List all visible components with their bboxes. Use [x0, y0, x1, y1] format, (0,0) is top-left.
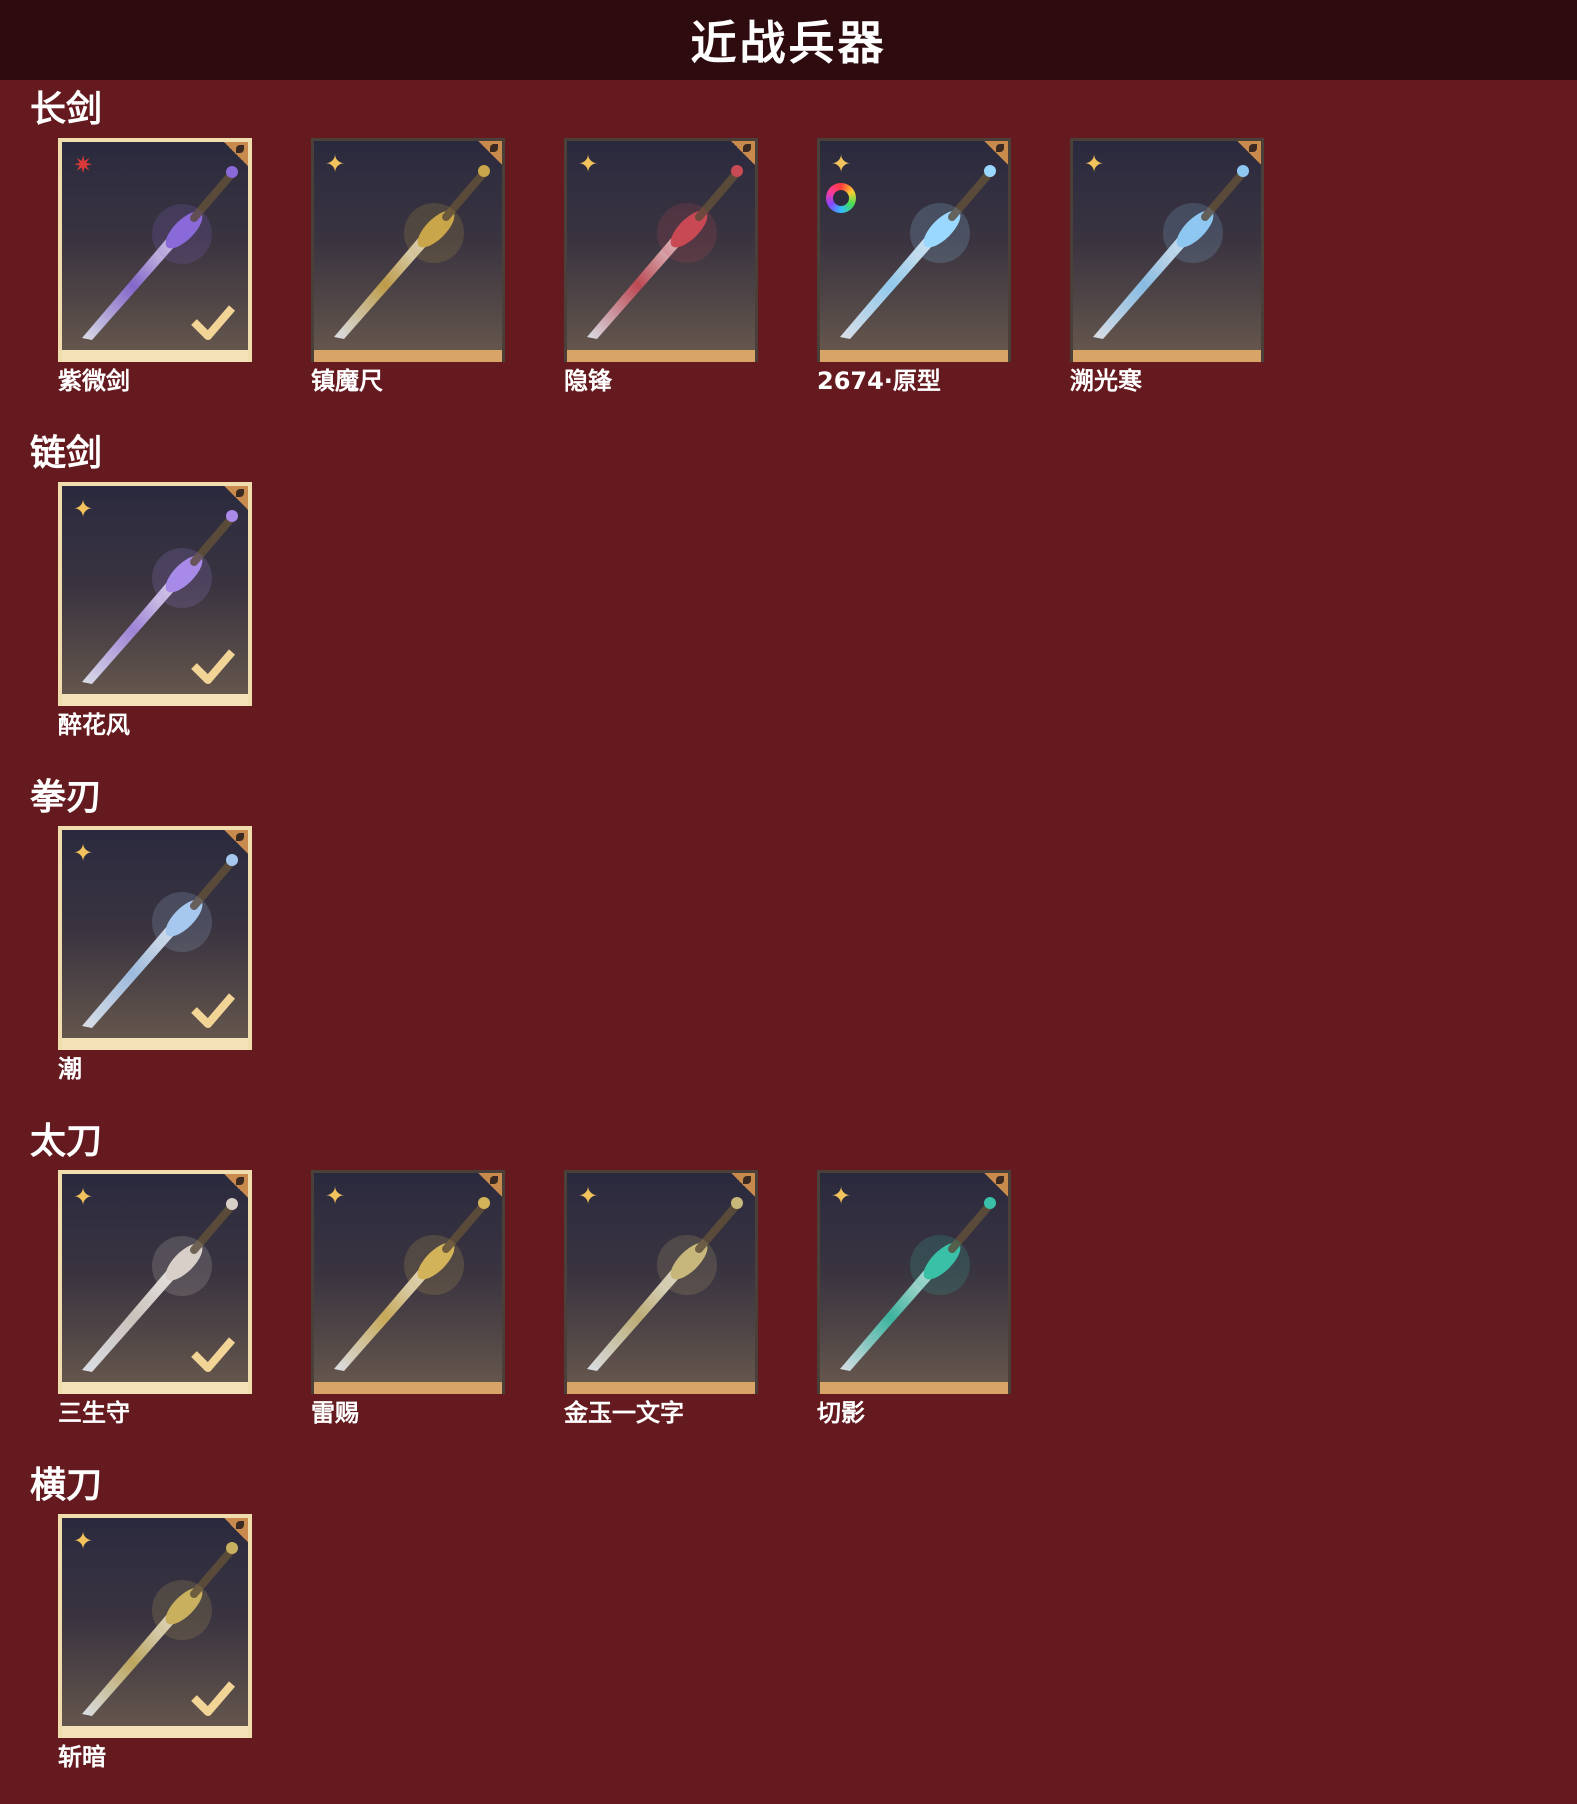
gold-shuriken-icon: ✦ — [1083, 150, 1105, 178]
page-title: 近战兵器 — [690, 16, 887, 70]
section-title: 横刀 — [30, 1465, 103, 1506]
card-bar — [62, 1726, 248, 1738]
weapon-section: 横刀 ✦ 斩暗 — [0, 1464, 1577, 1804]
owned-check-icon — [191, 1681, 236, 1716]
weapon-name: 金玉一文字 — [564, 1399, 684, 1427]
card-bar — [820, 350, 1008, 362]
gold-shuriken-icon: ✦ — [72, 1183, 94, 1211]
weapon-section: 链剑 ✦ 醉花风 — [0, 432, 1577, 772]
weapon-card[interactable]: ✦ — [1070, 138, 1264, 362]
corner-tag-icon — [731, 1173, 755, 1197]
weapon-item[interactable]: ✦ 三生守 — [58, 1170, 252, 1428]
corner-tag-icon — [984, 141, 1008, 165]
section-title: 太刀 — [30, 1121, 103, 1162]
weapon-item[interactable]: ✦ 金玉一文字 — [564, 1170, 758, 1428]
weapon-card[interactable]: ✦ — [817, 1170, 1011, 1394]
owned-check-icon — [191, 993, 236, 1028]
weapon-item[interactable]: ✦ 溯光寒 — [1070, 138, 1264, 396]
corner-tag-icon — [224, 830, 248, 854]
weapon-item[interactable]: ✷ 紫微剑 — [58, 138, 252, 396]
card-bar — [62, 1382, 248, 1394]
weapon-section: 拳刃 ✦ 潮 — [0, 776, 1577, 1116]
weapon-item[interactable]: ✦ 切影 — [817, 1170, 1011, 1428]
owned-check-icon — [191, 305, 236, 340]
weapon-card[interactable]: ✦ — [58, 826, 252, 1050]
weapon-item[interactable]: ✦ 潮 — [58, 826, 252, 1084]
weapon-item[interactable]: ✦ 斩暗 — [58, 1514, 252, 1772]
gold-shuriken-icon: ✦ — [577, 1182, 599, 1210]
card-bar — [62, 694, 248, 706]
weapon-name: 切影 — [817, 1399, 865, 1427]
color-variant-icon — [826, 183, 856, 213]
weapon-item[interactable]: ✦ 雷赐 — [311, 1170, 505, 1428]
weapon-name: 雷赐 — [311, 1399, 359, 1427]
weapon-name: 2674·原型 — [817, 367, 941, 395]
weapon-item[interactable]: ✦ 2674·原型 — [817, 138, 1011, 396]
weapon-name: 紫微剑 — [58, 367, 130, 395]
card-bar — [567, 350, 755, 362]
gold-shuriken-icon: ✦ — [577, 150, 599, 178]
section-title: 链剑 — [30, 433, 103, 474]
red-star-icon: ✷ — [72, 151, 94, 179]
card-bar — [62, 1038, 248, 1050]
weapon-item[interactable]: ✦ 醉花风 — [58, 482, 252, 740]
owned-check-icon — [191, 649, 236, 684]
weapon-card[interactable]: ✦ — [817, 138, 1011, 362]
corner-tag-icon — [224, 142, 248, 166]
section-title: 拳刃 — [30, 777, 103, 818]
gold-shuriken-icon: ✦ — [830, 150, 852, 178]
weapon-item[interactable]: ✦ 镇魔尺 — [311, 138, 505, 396]
corner-tag-icon — [984, 1173, 1008, 1197]
gold-shuriken-icon: ✦ — [324, 1182, 346, 1210]
weapon-section: 太刀 ✦ 三生守 ✦ 雷赐 ✦ 金玉一文字 ✦ 切影 — [0, 1120, 1577, 1460]
weapon-name: 潮 — [58, 1055, 82, 1083]
gold-shuriken-icon: ✦ — [324, 150, 346, 178]
corner-tag-icon — [478, 141, 502, 165]
weapon-name: 斩暗 — [58, 1743, 106, 1771]
card-bar — [314, 1382, 502, 1394]
weapon-card[interactable]: ✦ — [564, 1170, 758, 1394]
weapon-section: 长剑 ✷ 紫微剑 ✦ 镇魔尺 ✦ 隐锋 ✦ 2674·原型 ✦ 溯光寒 — [0, 88, 1577, 428]
corner-tag-icon — [224, 1518, 248, 1542]
page-header: 近战兵器 — [0, 0, 1577, 80]
owned-check-icon — [191, 1337, 236, 1372]
corner-tag-icon — [224, 486, 248, 510]
gold-shuriken-icon: ✦ — [830, 1182, 852, 1210]
card-bar — [820, 1382, 1008, 1394]
card-bar — [567, 1382, 755, 1394]
weapon-card[interactable]: ✦ — [311, 138, 505, 362]
gold-shuriken-icon: ✦ — [72, 839, 94, 867]
gold-shuriken-icon: ✦ — [72, 1527, 94, 1555]
card-bar — [1073, 350, 1261, 362]
weapon-name: 醉花风 — [58, 711, 130, 739]
corner-tag-icon — [224, 1174, 248, 1198]
weapon-card[interactable]: ✷ — [58, 138, 252, 362]
gold-shuriken-icon: ✦ — [72, 495, 94, 523]
weapon-card[interactable]: ✦ — [58, 1170, 252, 1394]
corner-tag-icon — [478, 1173, 502, 1197]
section-title: 长剑 — [30, 89, 103, 130]
weapon-card[interactable]: ✦ — [58, 482, 252, 706]
weapon-item[interactable]: ✦ 隐锋 — [564, 138, 758, 396]
corner-tag-icon — [1237, 141, 1261, 165]
weapon-name: 隐锋 — [564, 367, 612, 395]
weapon-name: 溯光寒 — [1070, 367, 1142, 395]
card-bar — [62, 350, 248, 362]
weapon-name: 镇魔尺 — [311, 367, 383, 395]
weapon-card[interactable]: ✦ — [311, 1170, 505, 1394]
corner-tag-icon — [731, 141, 755, 165]
card-bar — [314, 350, 502, 362]
weapon-card[interactable]: ✦ — [58, 1514, 252, 1738]
weapon-name: 三生守 — [58, 1399, 130, 1427]
weapon-card[interactable]: ✦ — [564, 138, 758, 362]
